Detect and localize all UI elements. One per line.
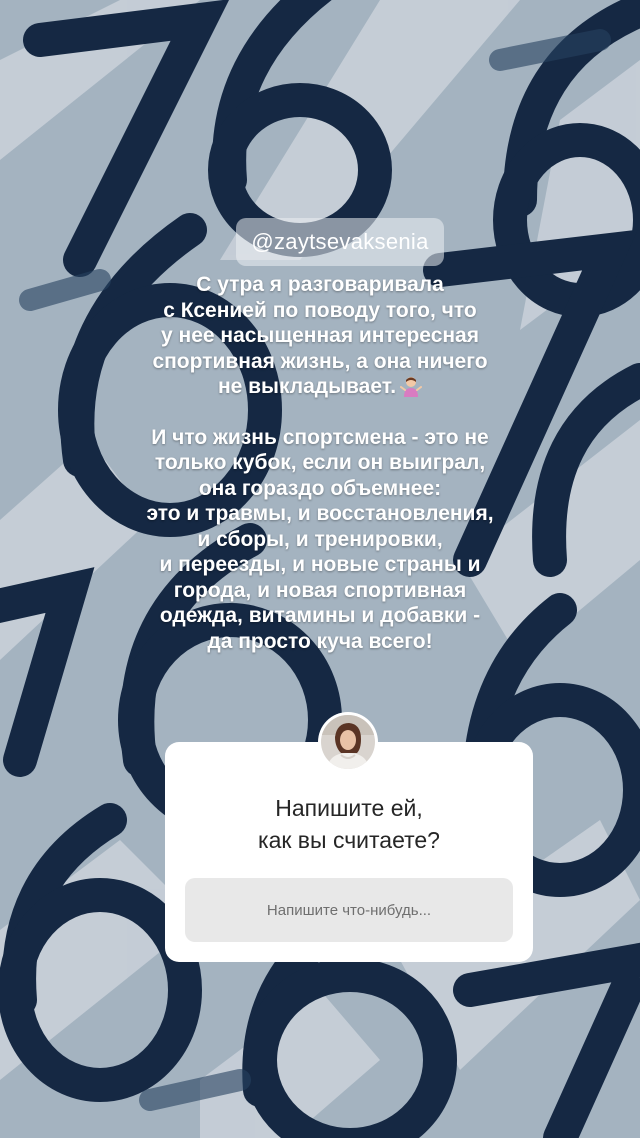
question-sticker: Напишите ей, как вы считаете? (165, 742, 533, 962)
caption-paragraph-2: И что жизнь спортсмена - это не только к… (146, 425, 494, 653)
woman-shrugging-emoji-icon (400, 377, 423, 397)
question-text: Напишите ей, как вы считаете? (258, 795, 440, 853)
mention-sticker[interactable]: @zaytsevaksenia (236, 218, 444, 266)
mention-text: @zaytsevaksenia (251, 229, 429, 254)
story-caption: С утра я разговаривала с Ксенией по пово… (110, 272, 530, 654)
profile-avatar[interactable] (318, 712, 378, 772)
caption-paragraph-1: С утра я разговаривала с Ксенией по пово… (110, 272, 530, 400)
story-frame: @zaytsevaksenia С утра я разговаривала с… (0, 0, 640, 1138)
avatar-photo (321, 715, 375, 769)
caption-paragraph-1-text: С утра я разговаривала с Ксенией по пово… (152, 273, 488, 398)
question-reply-input[interactable] (185, 878, 513, 942)
